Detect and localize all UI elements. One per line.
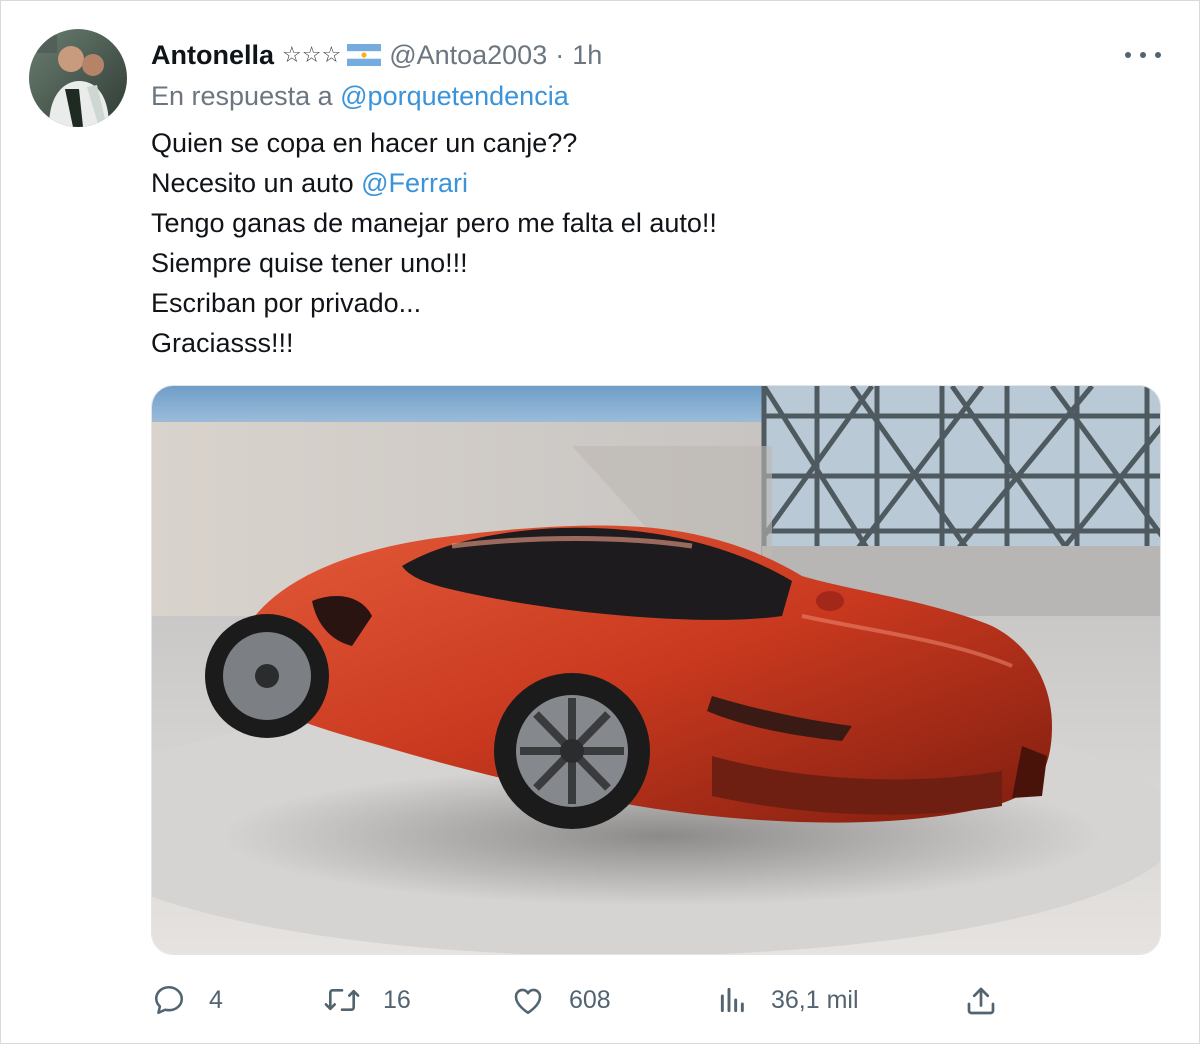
share-button[interactable] <box>963 983 999 1019</box>
action-bar: 4 16 608 36,1 mil <box>151 975 1011 1025</box>
tweet-line: Tengo ganas de manejar pero me falta el … <box>151 208 717 238</box>
tweet-line: Graciasss!!! <box>151 328 294 358</box>
views-icon <box>720 987 744 1013</box>
avatar-image <box>29 29 127 127</box>
tweet-line: Necesito un auto @Ferrari <box>151 163 717 203</box>
reply-count: 4 <box>209 985 223 1014</box>
tweet-media-image[interactable] <box>151 385 1161 955</box>
views-count: 36,1 mil <box>771 985 859 1014</box>
stars-emoji: ☆☆☆ <box>282 42 342 67</box>
display-name[interactable]: Antonella <box>151 40 274 71</box>
retweet-icon <box>324 989 360 1011</box>
tweet-header: Antonella ☆☆☆ @Antoa2003 · 1h <box>151 37 602 73</box>
share-icon <box>967 987 995 1015</box>
tweet-line: Siempre quise tener uno!!! <box>151 248 468 278</box>
reply-prefix: En respuesta a <box>151 81 333 111</box>
more-dot <box>1125 52 1131 58</box>
timestamp[interactable]: 1h <box>572 40 602 71</box>
reply-context: En respuesta a @porquetendencia <box>151 81 569 112</box>
tweet-text: Quien se copa en hacer un canje?? Necesi… <box>151 123 717 363</box>
retweet-button[interactable]: 16 <box>323 975 411 1025</box>
front-wheel <box>494 673 650 829</box>
more-dot <box>1155 52 1161 58</box>
views-button[interactable]: 36,1 mil <box>717 975 859 1025</box>
rear-wheel <box>205 614 329 738</box>
reply-button[interactable]: 4 <box>151 975 223 1025</box>
reply-mention-link[interactable]: @porquetendencia <box>340 81 569 111</box>
tweet-card: Antonella ☆☆☆ @Antoa2003 · 1h En respues… <box>0 0 1200 1044</box>
argentina-flag-icon <box>347 44 382 66</box>
like-button[interactable]: 608 <box>509 975 611 1025</box>
tweet-line: Escriban por privado... <box>151 288 422 318</box>
ferrari-mention-link[interactable]: @Ferrari <box>361 168 468 198</box>
name-badges: ☆☆☆ <box>282 42 382 68</box>
tweet-line-text: Necesito un auto <box>151 168 362 198</box>
user-handle[interactable]: @Antoa2003 <box>389 40 547 71</box>
like-count: 608 <box>569 985 611 1014</box>
more-dot <box>1140 52 1146 58</box>
tweet-line: Quien se copa en hacer un canje?? <box>151 128 578 158</box>
avatar[interactable] <box>29 29 127 127</box>
reply-icon <box>154 985 184 1015</box>
retweet-count: 16 <box>383 985 411 1014</box>
more-icon[interactable] <box>1125 41 1161 69</box>
heart-icon <box>514 988 542 1015</box>
separator-dot: · <box>555 39 565 70</box>
red-sports-car-photo <box>152 386 1160 954</box>
